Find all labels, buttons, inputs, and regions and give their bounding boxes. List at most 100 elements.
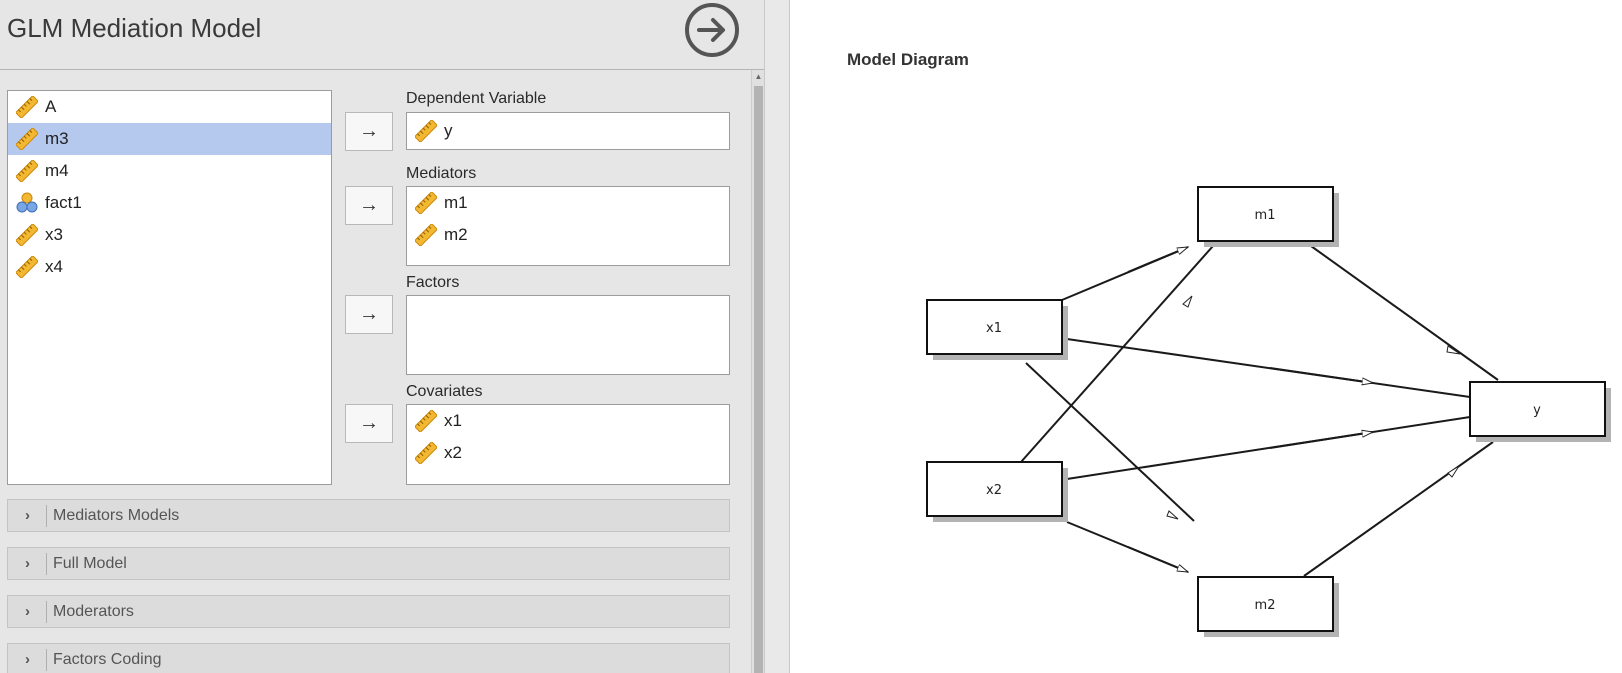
scroll-thumb[interactable]	[754, 86, 763, 673]
list-item[interactable]: m3	[8, 123, 331, 155]
node-label: x2	[986, 483, 1002, 498]
section-label: Mediators Models	[53, 507, 180, 524]
path-x2-y	[1066, 416, 1471, 480]
arrow-head	[1127, 246, 1188, 273]
list-item[interactable]: x1	[407, 405, 729, 437]
variable-name: m1	[444, 193, 468, 212]
ruler-icon	[16, 160, 38, 182]
list-item[interactable]: fact1	[8, 187, 331, 219]
ruler-icon	[415, 192, 437, 214]
dependent-box[interactable]: y	[406, 112, 730, 150]
section-label: Factors Coding	[53, 651, 162, 668]
ruler-icon	[415, 224, 437, 246]
move-to-covariates-button[interactable]: →	[345, 404, 393, 443]
chevron-right-icon: ›	[25, 651, 30, 668]
path-x1-y	[1066, 338, 1471, 398]
list-item[interactable]: m4	[8, 155, 331, 187]
node-label: x1	[986, 321, 1002, 336]
chevron-right-icon: ›	[25, 603, 30, 620]
run-arrow-button[interactable]	[685, 3, 739, 57]
section-mediators-models[interactable]: › Mediators Models	[7, 499, 730, 532]
arrow-right-icon: →	[359, 412, 379, 434]
section-label: Moderators	[53, 603, 134, 620]
node-y: y	[1469, 381, 1611, 442]
chevron-right-icon: ›	[25, 507, 30, 524]
nominal-circles-icon	[16, 192, 38, 213]
arrow-head	[1182, 295, 1193, 308]
path-m2-y	[1303, 441, 1494, 577]
arrow-head	[1166, 510, 1179, 520]
section-full-model[interactable]: › Full Model	[7, 547, 730, 580]
ruler-icon	[16, 224, 38, 246]
variable-name: fact1	[45, 193, 82, 212]
ruler-icon	[415, 442, 437, 464]
list-item[interactable]: x4	[8, 251, 331, 283]
analysis-title: GLM Mediation Model	[7, 13, 262, 43]
factors-label: Factors	[406, 274, 460, 291]
move-to-dependent-button[interactable]: →	[345, 112, 393, 151]
node-m2: m2	[1197, 576, 1339, 637]
node-m1: m1	[1197, 186, 1339, 247]
variable-name: x1	[444, 411, 462, 430]
list-item[interactable]: m2	[407, 219, 729, 251]
results-panel: Model Diagram x1 x2 m1 m2 y	[790, 0, 1622, 673]
separator	[46, 649, 47, 671]
app-window: GLM Mediation Model A m3 m4 fact1 x3 x4 …	[0, 0, 1622, 673]
ruler-icon	[415, 120, 437, 142]
path-lines	[1020, 245, 1499, 577]
covariates-box[interactable]: x1 x2	[406, 404, 730, 485]
ruler-icon	[16, 96, 38, 118]
separator	[46, 553, 47, 575]
list-item[interactable]: A	[8, 91, 331, 123]
list-item[interactable]: x3	[8, 219, 331, 251]
node-label: m1	[1255, 208, 1276, 223]
variable-list[interactable]: A m3 m4 fact1 x3 x4	[7, 90, 332, 485]
arrow-head	[1447, 465, 1460, 478]
variable-name: A	[45, 97, 57, 116]
separator	[46, 505, 47, 527]
variable-name: m2	[444, 225, 468, 244]
arrow-right-icon: →	[359, 120, 379, 142]
variable-name: x4	[45, 257, 63, 276]
ruler-icon	[415, 410, 437, 432]
arrow-head	[1269, 432, 1373, 449]
ruler-icon	[16, 128, 38, 150]
ruler-icon	[16, 256, 38, 278]
list-item[interactable]: y	[407, 113, 729, 149]
dependent-label: Dependent Variable	[406, 90, 547, 107]
arrow-right-icon: →	[359, 303, 379, 325]
variable-name: y	[444, 121, 453, 140]
arrow-head	[1269, 367, 1373, 383]
covariates-label: Covariates	[406, 383, 483, 400]
chevron-right-icon: ›	[25, 555, 30, 572]
section-factors-coding[interactable]: › Factors Coding	[7, 643, 730, 673]
arrow-head	[1127, 546, 1188, 573]
panel-divider[interactable]	[764, 0, 790, 673]
node-label: y	[1533, 403, 1541, 418]
move-to-mediators-button[interactable]: →	[345, 186, 393, 225]
variable-name: x2	[444, 443, 462, 462]
options-panel: GLM Mediation Model A m3 m4 fact1 x3 x4 …	[0, 0, 766, 673]
mediators-label: Mediators	[406, 165, 477, 182]
variable-name: m3	[45, 129, 69, 148]
node-x2: x2	[926, 461, 1068, 522]
model-diagram: x1 x2 m1 m2 y	[926, 186, 1611, 637]
list-item[interactable]: m1	[407, 187, 729, 219]
section-label: Full Model	[53, 555, 127, 572]
variable-name: m4	[45, 161, 69, 180]
separator	[46, 601, 47, 623]
factors-box[interactable]	[406, 295, 730, 375]
mediators-box[interactable]: m1 m2	[406, 186, 730, 266]
node-label: m2	[1255, 598, 1276, 613]
variable-name: x3	[45, 225, 63, 244]
list-item[interactable]: x2	[407, 437, 729, 469]
node-x1: x1	[926, 299, 1068, 360]
mid-arrowheads	[1166, 295, 1461, 520]
path-m1-y	[1310, 245, 1499, 381]
title-bar: GLM Mediation Model	[0, 0, 766, 70]
options-scrollbar[interactable]: ▲	[751, 70, 764, 673]
move-to-factors-button[interactable]: →	[345, 295, 393, 334]
arrow-right-circle-icon	[697, 18, 725, 42]
arrow-right-icon: →	[359, 194, 379, 216]
section-moderators[interactable]: › Moderators	[7, 595, 730, 628]
